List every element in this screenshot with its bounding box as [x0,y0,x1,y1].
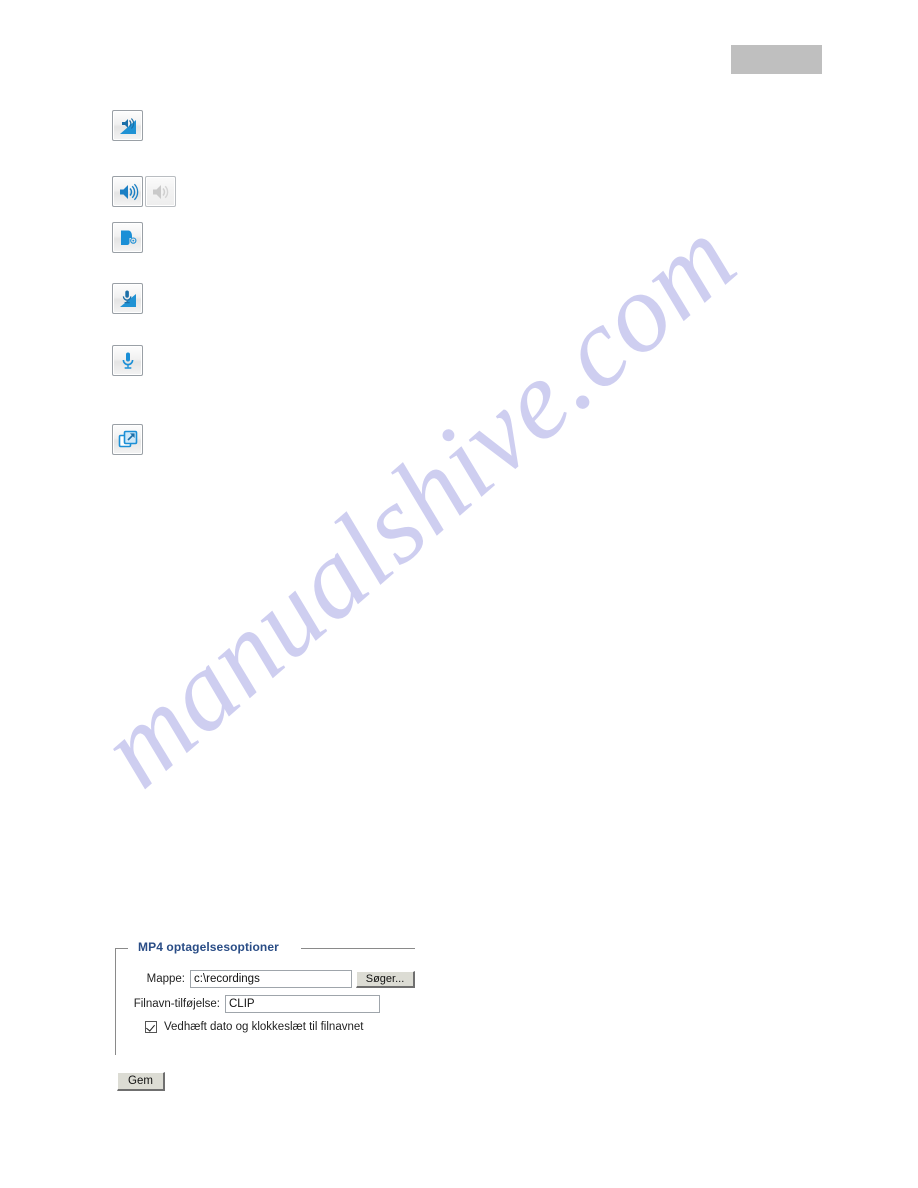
mic-volume-slider-icon[interactable] [112,283,143,314]
append-datetime-label: Vedhæft dato og klokkeslæt til filnavnet [164,1021,364,1033]
browse-button[interactable]: Søger... [356,970,415,988]
mp4-recording-options-panel: MP4 optagelsesoptioner Mappe: Søger... F… [115,940,415,1091]
filename-suffix-input[interactable] [225,995,380,1013]
mp4-options-legend: MP4 optagelsesoptioner [134,940,283,954]
header-gray-block [731,45,822,74]
volume-slider-icon[interactable] [112,110,143,141]
talk-icon[interactable] [112,222,143,253]
folder-row: Mappe: Søger... [132,970,415,988]
watermark-text: manualshive.com [76,195,759,811]
filename-suffix-label: Filnavn-tilføjelse: [133,998,220,1010]
append-datetime-checkbox[interactable] [145,1021,157,1033]
filename-suffix-row: Filnavn-tilføjelse: [132,995,415,1013]
folder-input[interactable] [190,970,352,988]
microphone-icon[interactable] [112,345,143,376]
save-button[interactable]: Gem [117,1072,165,1091]
speaker-off-icon[interactable] [145,176,176,207]
mp4-options-form: Mappe: Søger... Filnavn-tilføjelse: Vedh… [116,948,415,1033]
fullscreen-icon[interactable] [112,424,143,455]
mp4-options-fieldset: MP4 optagelsesoptioner Mappe: Søger... F… [115,940,415,1055]
speaker-on-icon[interactable] [112,176,143,207]
folder-label: Mappe: [146,973,185,985]
append-datetime-row[interactable]: Vedhæft dato og klokkeslæt til filnavnet [132,1021,415,1033]
